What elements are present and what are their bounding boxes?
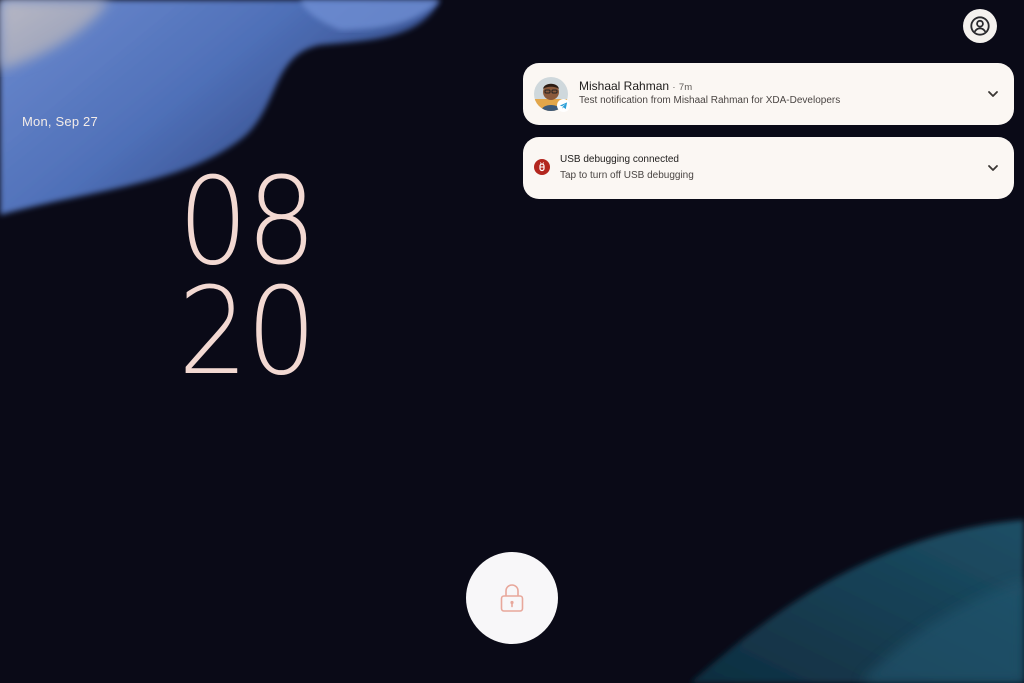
notification-message[interactable]: Mishaal Rahman · 7m Test notification fr… [523,63,1014,125]
notification-usb-debugging[interactable]: USB debugging connected Tap to turn off … [523,137,1014,199]
telegram-badge [557,99,570,112]
bug-icon [539,162,545,172]
chevron-down-icon[interactable] [986,161,1000,175]
notification-time: 7m [678,82,693,93]
unlock-button[interactable] [466,552,558,644]
notification-title: Mishaal Rahman · 7m [579,79,692,93]
chevron-down-icon[interactable] [986,87,1000,101]
user-circle-icon [970,16,990,36]
lock-icon [500,584,524,612]
clock-hours: 08 [178,153,317,292]
notification-title: USB debugging connected [560,154,679,165]
lockscreen-date: Mon, Sep 27 [22,114,98,129]
clock-minutes: 20 [178,263,317,402]
telegram-icon [559,102,568,110]
notification-message-text: Tap to turn off USB debugging [560,170,694,181]
usb-debug-icon [534,159,550,175]
lock-screen: Mon, Sep 27 08 20 Mishaal Rahman · 7m Te… [0,0,1024,683]
notification-message-text: Test notification from Mishaal Rahman fo… [579,95,841,106]
avatar [534,77,570,112]
notification-sender: Mishaal Rahman [579,79,670,93]
lockscreen-clock: 08 20 [178,153,317,402]
user-switcher-button[interactable] [963,9,997,43]
title-separator: · [672,82,676,93]
